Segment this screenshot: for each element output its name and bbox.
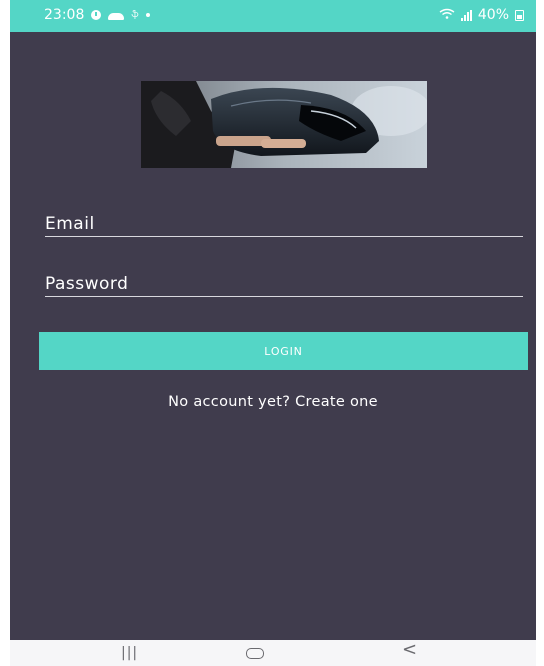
- phone-screen: 23:08 ֆ 40% Email Password LOGIN No acco…: [10, 0, 536, 666]
- battery-level: 40%: [477, 7, 509, 23]
- recents-icon[interactable]: |||: [121, 645, 138, 661]
- email-field[interactable]: Email: [45, 210, 523, 237]
- status-right: 40%: [439, 7, 524, 23]
- login-screen: Email Password LOGIN No account yet? Cre…: [10, 32, 536, 640]
- status-left: 23:08 ֆ: [44, 7, 150, 23]
- signal-icon: [460, 9, 472, 21]
- home-icon[interactable]: [246, 648, 264, 659]
- email-label: Email: [45, 214, 95, 234]
- notification-icon: ֆ: [131, 10, 139, 20]
- password-label: Password: [45, 274, 129, 294]
- login-button[interactable]: LOGIN: [39, 332, 528, 370]
- dot-icon: [145, 13, 150, 17]
- status-bar: 23:08 ֆ 40%: [10, 0, 536, 32]
- battery-icon: [515, 9, 524, 21]
- hero-image: [141, 81, 427, 168]
- helmet-photo: [141, 81, 427, 168]
- status-time: 23:08: [44, 7, 85, 23]
- create-account-link[interactable]: No account yet? Create one: [10, 394, 536, 410]
- back-icon[interactable]: <: [402, 641, 417, 659]
- cloud-icon: [108, 12, 125, 20]
- alarm-icon: [91, 10, 102, 20]
- wifi-icon: [439, 8, 455, 22]
- password-field[interactable]: Password: [45, 270, 523, 297]
- navigation-bar: ||| <: [10, 640, 536, 666]
